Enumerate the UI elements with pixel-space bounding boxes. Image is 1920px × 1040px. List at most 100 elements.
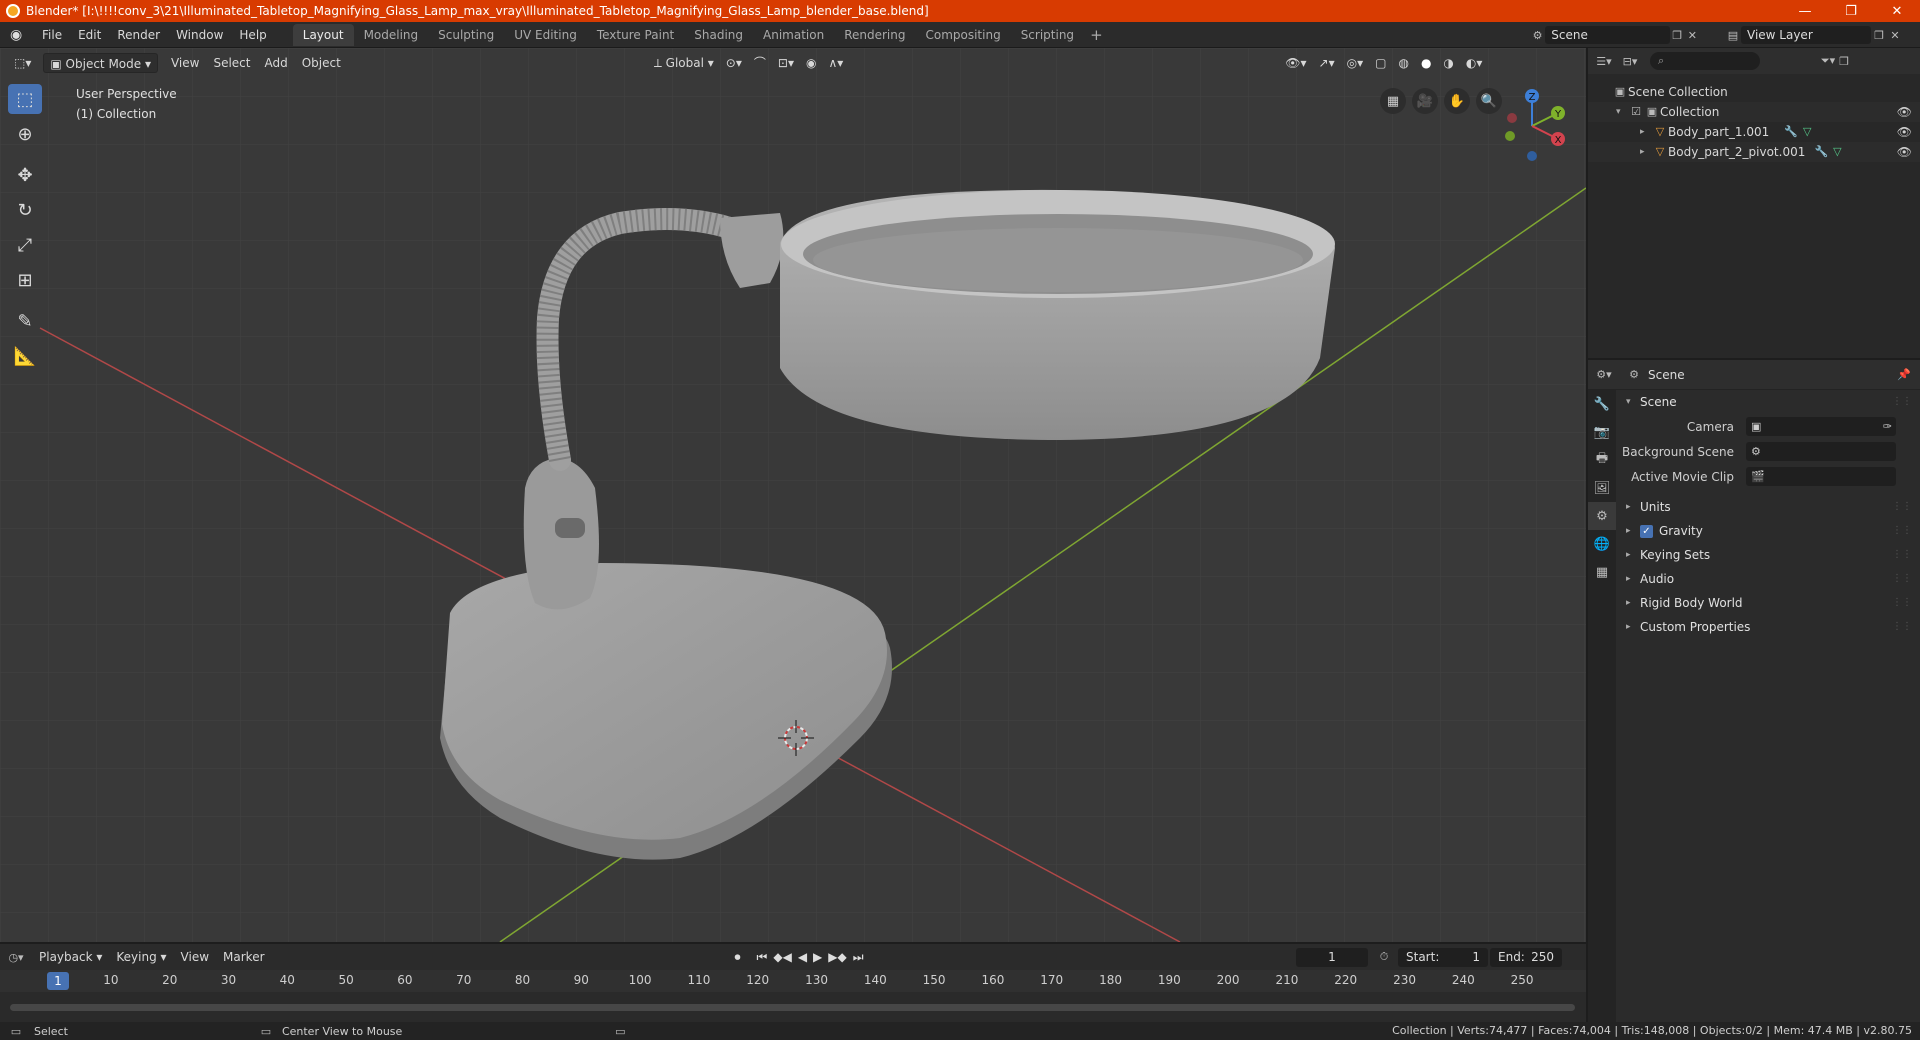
- display-mode-icon[interactable]: ⊟▾: [1622, 53, 1638, 69]
- output-tab-icon[interactable]: 🖶: [1588, 446, 1616, 474]
- add-workspace-button[interactable]: +: [1084, 26, 1109, 44]
- editor-type-icon[interactable]: ⬚▾: [8, 53, 37, 73]
- move-tool-icon[interactable]: ✥: [8, 160, 42, 190]
- eyedropper-icon[interactable]: ✑: [1883, 420, 1892, 433]
- scene-panel-header[interactable]: ▾ Scene ⋮⋮: [1616, 390, 1920, 414]
- blender-logo-icon[interactable]: ◉: [10, 27, 26, 43]
- menu-edit[interactable]: Edit: [70, 22, 109, 48]
- material-shading-icon[interactable]: ◑: [1437, 53, 1459, 73]
- jump-start-icon[interactable]: ⏮: [754, 950, 771, 965]
- outliner-search-input[interactable]: ⌕: [1650, 52, 1760, 70]
- overlay-toggle-icon[interactable]: ◎▾: [1341, 53, 1370, 73]
- collection-visibility-eye-icon[interactable]: 👁: [1897, 102, 1912, 122]
- visibility-icon[interactable]: 👁▾: [1279, 53, 1312, 73]
- grid-view-icon[interactable]: ▦: [1380, 88, 1406, 114]
- view-layer-tab-icon[interactable]: 🖼: [1588, 474, 1616, 502]
- gizmo-neg-y-axis[interactable]: [1505, 131, 1515, 141]
- close-button[interactable]: ✕: [1874, 0, 1920, 22]
- menu-window[interactable]: Window: [168, 22, 231, 48]
- snap-target-icon[interactable]: ⊡▾: [772, 53, 800, 73]
- menu-keying[interactable]: Keying ▾: [109, 950, 173, 964]
- preview-range-clock-icon[interactable]: ⏱: [1376, 949, 1392, 965]
- record-icon[interactable]: ⏺: [732, 950, 744, 965]
- panel-drag-handle[interactable]: ⋮⋮: [1892, 615, 1912, 639]
- falloff-icon[interactable]: ∧▾: [822, 53, 849, 73]
- object-visibility-eye-icon[interactable]: 👁: [1897, 122, 1912, 142]
- menu-marker[interactable]: Marker: [216, 950, 271, 964]
- select-box-tool-icon[interactable]: ⬚: [8, 84, 42, 114]
- current-frame-field[interactable]: 1: [1296, 948, 1368, 967]
- gravity-panel-header[interactable]: ▸ ✓ Gravity ⋮⋮: [1616, 519, 1920, 543]
- custom-properties-panel-header[interactable]: ▸ Custom Properties ⋮⋮: [1616, 615, 1920, 639]
- annotate-tool-icon[interactable]: ✎: [8, 306, 42, 336]
- outliner-row-object[interactable]: ▸ ▽ Body_part_1.001 🔧 ▽ 👁: [1588, 122, 1920, 142]
- view-layer-icon[interactable]: ▤: [1725, 27, 1741, 43]
- camera-view-icon[interactable]: 🎥: [1412, 88, 1438, 114]
- menu-file[interactable]: File: [34, 22, 70, 48]
- start-frame-field[interactable]: Start: 1: [1398, 948, 1488, 967]
- rendered-shading-icon[interactable]: ◐▾: [1460, 53, 1489, 73]
- maximize-button[interactable]: ❐: [1828, 0, 1874, 22]
- current-frame-marker[interactable]: 1: [47, 972, 69, 990]
- panel-drag-handle[interactable]: ⋮⋮: [1892, 591, 1912, 615]
- viewport-scene[interactable]: [0, 48, 1586, 942]
- tab-scripting[interactable]: Scripting: [1011, 24, 1084, 46]
- outliner-editor-icon[interactable]: ☰▾: [1596, 53, 1612, 69]
- mesh-data-icon[interactable]: ▽: [1829, 144, 1845, 160]
- solid-shading-icon[interactable]: ●: [1415, 53, 1437, 73]
- pin-icon[interactable]: 📌: [1896, 367, 1912, 383]
- menu-view[interactable]: View: [164, 56, 206, 70]
- scale-tool-icon[interactable]: ⤢: [8, 230, 42, 260]
- background-scene-field[interactable]: ⚙: [1746, 442, 1896, 461]
- panel-drag-handle[interactable]: ⋮⋮: [1892, 390, 1912, 414]
- render-tab-icon[interactable]: 📷: [1588, 418, 1616, 446]
- outliner-row-collection[interactable]: ▾ ☑ ▣ Collection 👁: [1588, 102, 1920, 122]
- next-keyframe-icon[interactable]: ▶◆: [825, 950, 849, 964]
- xray-toggle-icon[interactable]: ▢: [1369, 53, 1392, 73]
- properties-editor-icon[interactable]: ⚙▾: [1596, 367, 1612, 383]
- panel-drag-handle[interactable]: ⋮⋮: [1892, 495, 1912, 519]
- tab-texture-paint[interactable]: Texture Paint: [587, 24, 684, 46]
- 3d-viewport[interactable]: ⬚▾ ▣ Object Mode ▾ View Select Add Objec…: [0, 48, 1586, 942]
- transform-orientation-dropdown[interactable]: ⟂ Global ▾: [648, 53, 720, 73]
- mesh-data-icon[interactable]: ▽: [1799, 124, 1815, 140]
- play-reverse-icon[interactable]: ◀: [795, 950, 810, 964]
- scene-name-field[interactable]: Scene: [1545, 26, 1670, 44]
- modifier-wrench-icon[interactable]: 🔧: [1813, 144, 1829, 160]
- keying-sets-panel-header[interactable]: ▸ Keying Sets ⋮⋮: [1616, 543, 1920, 567]
- expand-arrow-icon[interactable]: ▸: [1640, 142, 1652, 162]
- timeline-ruler[interactable]: 1 10 20 30 40 50 60 70 80 90 100 110 120 130 140 150 160…: [0, 970, 1586, 992]
- outliner-row-object[interactable]: ▸ ▽ Body_part_2_pivot.001 🔧 ▽ 👁: [1588, 142, 1920, 162]
- new-collection-icon[interactable]: ❐: [1836, 53, 1852, 69]
- jump-end-icon[interactable]: ⏭: [850, 950, 867, 965]
- texture-tab-icon[interactable]: ▦: [1588, 558, 1616, 586]
- world-tab-icon[interactable]: 🌐: [1588, 530, 1616, 558]
- modifier-wrench-icon[interactable]: 🔧: [1783, 124, 1799, 140]
- tab-shading[interactable]: Shading: [684, 24, 753, 46]
- measure-tool-icon[interactable]: 📐: [8, 341, 42, 371]
- prev-keyframe-icon[interactable]: ◆◀: [770, 950, 794, 964]
- proportional-edit-icon[interactable]: ◉: [800, 53, 822, 73]
- play-icon[interactable]: ▶: [810, 950, 825, 964]
- collection-checkbox-icon[interactable]: ☑: [1628, 104, 1644, 120]
- gravity-checkbox[interactable]: ✓: [1640, 524, 1653, 538]
- panel-drag-handle[interactable]: ⋮⋮: [1892, 543, 1912, 567]
- menu-add[interactable]: Add: [258, 56, 295, 70]
- filter-icon[interactable]: ⏷▾: [1820, 53, 1836, 69]
- pan-hand-icon[interactable]: ✋: [1444, 88, 1470, 114]
- outliner-row-scene-collection[interactable]: ▣ Scene Collection: [1588, 82, 1920, 102]
- menu-render[interactable]: Render: [109, 22, 168, 48]
- cursor-tool-icon[interactable]: ⊕: [8, 119, 42, 149]
- tab-animation[interactable]: Animation: [753, 24, 834, 46]
- rigid-body-world-panel-header[interactable]: ▸ Rigid Body World ⋮⋮: [1616, 591, 1920, 615]
- tab-layout[interactable]: Layout: [292, 23, 354, 46]
- expand-arrow-icon[interactable]: ▸: [1640, 122, 1652, 142]
- tab-rendering[interactable]: Rendering: [834, 24, 915, 46]
- panel-drag-handle[interactable]: ⋮⋮: [1892, 519, 1912, 543]
- scene-tab-icon[interactable]: ⚙: [1588, 502, 1616, 530]
- zoom-icon[interactable]: 🔍: [1476, 88, 1502, 114]
- scene-icon[interactable]: ⚙: [1530, 27, 1545, 43]
- menu-playback[interactable]: Playback ▾: [32, 950, 109, 964]
- transform-tool-icon[interactable]: ⊞: [8, 265, 42, 295]
- menu-select[interactable]: Select: [206, 56, 257, 70]
